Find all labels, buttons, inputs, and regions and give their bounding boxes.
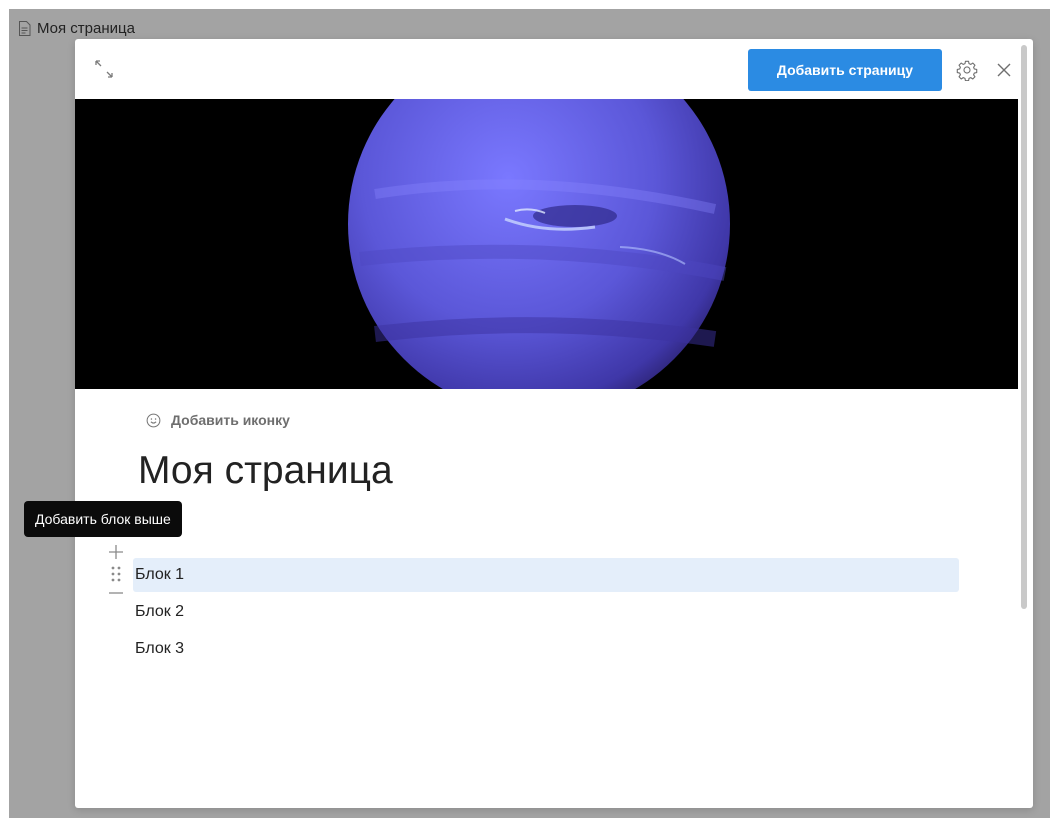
document-icon [19, 21, 31, 36]
page-modal: Добавить страницу Добавить иконку Моя ст… [75, 39, 1033, 808]
smile-icon [146, 413, 161, 427]
modal-toolbar: Добавить страницу [75, 39, 1033, 99]
expand-icon[interactable] [93, 58, 115, 80]
block-label: Блок 2 [135, 603, 185, 620]
add-block-tooltip: Добавить блок выше [24, 501, 182, 537]
gear-icon[interactable] [956, 59, 978, 81]
block-1[interactable]: Блок 1 [133, 558, 959, 592]
page-title[interactable]: Моя страница [138, 447, 393, 495]
close-icon[interactable] [994, 60, 1014, 80]
add-icon-label: Добавить иконку [171, 412, 290, 428]
cover-image[interactable] [75, 99, 1018, 389]
drag-handle-icon[interactable] [110, 565, 122, 583]
page-tab-label: Моя страница [37, 20, 135, 37]
planet-illustration [75, 99, 1018, 389]
add-block-above-icon[interactable] [108, 544, 124, 560]
remove-block-icon[interactable] [108, 588, 124, 598]
block-label: Блок 3 [135, 640, 185, 657]
modal-scrollbar[interactable] [1021, 45, 1027, 609]
add-page-button[interactable]: Добавить страницу [748, 49, 942, 91]
block-3[interactable]: Блок 3 [133, 632, 959, 666]
block-label: Блок 1 [135, 566, 185, 583]
block-2[interactable]: Блок 2 [133, 595, 959, 629]
add-icon-button[interactable]: Добавить иконку [146, 412, 290, 428]
